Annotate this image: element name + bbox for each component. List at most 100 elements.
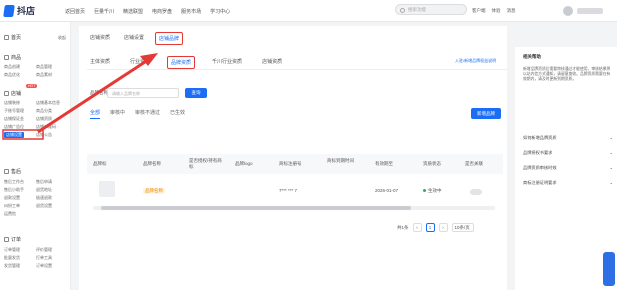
scrollbar-thumb[interactable] <box>101 206 411 210</box>
help-item[interactable]: 如何新增品牌资质 ⌄ <box>523 135 613 141</box>
help-text: 新增品牌资质后需要审核通过才能使用，审核结果将以站内信方式通知，请留意查收。品牌… <box>523 67 611 81</box>
sidebar-item[interactable]: 子账号管理 <box>4 108 24 114</box>
sidebar-item[interactable]: 店铺二维码 <box>36 124 56 130</box>
sidebar-group-home[interactable]: 首页 <box>4 34 21 41</box>
help-item[interactable]: 商标注册证明要求 ⌄ <box>523 180 613 186</box>
sidebar-item[interactable]: 退货设置 <box>36 203 52 209</box>
message-link[interactable]: 消息 <box>507 8 516 14</box>
help-title: 相关帮助 <box>523 54 541 59</box>
help-item-label: 商标注册证明要求 <box>523 180 557 185</box>
sidebar-item[interactable]: 售后工作台 <box>4 179 24 185</box>
sidebar-group-goods[interactable]: 商品 <box>4 54 21 61</box>
sidebar-item[interactable]: 批量发货 <box>4 255 20 261</box>
search-icon <box>400 7 405 13</box>
sidebar-item[interactable]: 极速退款 <box>36 195 52 201</box>
sidebar-group-label: 商品 <box>11 55 22 61</box>
prev-page-button[interactable]: ‹ <box>412 223 422 232</box>
top-nav-item[interactable]: 返回首页 <box>65 8 85 15</box>
sidebar-group-label: 店铺 <box>11 91 22 97</box>
col-brand-logo: 品牌logo <box>235 161 253 166</box>
add-brand-button[interactable]: 新增品牌 <box>471 108 501 119</box>
account-name-blurred[interactable] <box>577 8 603 14</box>
top-search-input[interactable]: 搜索功能 <box>395 4 467 15</box>
sidebar-item[interactable]: 退款设置 <box>4 195 20 201</box>
sidebar-item[interactable]: 订单管理 <box>4 247 20 253</box>
client-link[interactable]: 客户端 <box>472 8 486 14</box>
tab-rejected[interactable]: 审核不通过 <box>135 109 160 119</box>
tab-store-qualification[interactable]: 店铺资质 <box>259 56 285 69</box>
sidebar-group-shop[interactable]: 店铺 <box>4 90 21 97</box>
sidebar-item[interactable]: 店铺资质 <box>36 116 52 122</box>
sidebar-item[interactable]: 店铺公告 <box>36 132 52 138</box>
brand-rights-link[interactable]: 入驻/新增品牌权益说明 <box>455 58 496 64</box>
avatar[interactable] <box>563 6 573 16</box>
pagination: 共1条 ‹ 1 › 10条/页 <box>397 223 478 232</box>
tab-brand-qualification[interactable]: 品牌资质 <box>167 56 196 69</box>
sidebar-item[interactable]: 纠纷工单 <box>4 203 20 209</box>
tab-all[interactable]: 全部 <box>90 109 101 119</box>
tab-reviewing[interactable]: 审核中 <box>110 109 125 119</box>
sidebar-item[interactable]: 店铺广告位 <box>4 124 24 130</box>
sidebar-group-label: 首页 <box>11 35 22 41</box>
sidebar-item[interactable]: 售后小助手 <box>4 187 24 193</box>
tab-shop-brand[interactable]: 店铺品牌 <box>155 32 184 45</box>
sidebar-item[interactable]: 评价管理 <box>36 247 52 253</box>
top-nav-item[interactable]: 电商罗盘 <box>152 8 172 15</box>
help-item[interactable]: 品牌授权书要求 ⌄ <box>523 150 613 156</box>
sidebar-item[interactable]: 运费险 <box>4 211 16 217</box>
col-linked: 是否关联 <box>465 161 483 166</box>
shop-icon <box>4 91 9 97</box>
page-number[interactable]: 1 <box>425 223 435 232</box>
tab-qianchuan-qualification[interactable]: 千川行业资质 <box>209 56 245 69</box>
chevron-down-icon: ⌄ <box>609 135 613 140</box>
page-size-select[interactable]: 10条/页 <box>451 223 474 232</box>
horizontal-scrollbar[interactable] <box>93 206 495 210</box>
help-item-label: 品牌资质审核时效 <box>523 165 557 170</box>
sidebar-item[interactable]: 店铺保证金 <box>4 116 24 122</box>
status-tabs: 全部 审核中 审核不通过 已生效 <box>90 109 195 119</box>
valid-until-cell: 2026-01-07 <box>375 188 399 193</box>
total-count: 共1条 <box>397 224 409 230</box>
search-button[interactable]: 查询 <box>185 88 207 98</box>
sidebar-item[interactable]: 退货地址 <box>36 187 52 193</box>
top-nav-item[interactable]: 精选联盟 <box>123 8 143 15</box>
link-toggle[interactable] <box>470 189 482 195</box>
sidebar-item[interactable]: 商品素材 <box>36 72 52 78</box>
sidebar-item[interactable]: 售后申请 <box>36 179 52 185</box>
sidebar-item[interactable]: 商品创建 <box>4 64 20 70</box>
sidebar-item[interactable]: 商品分类 <box>36 108 52 114</box>
sidebar-group-aftersale[interactable]: 售后 <box>4 168 21 175</box>
assistant-float-icon[interactable] <box>603 252 615 286</box>
col-status: 资质状态 <box>423 161 441 166</box>
next-page-button[interactable]: › <box>438 223 448 232</box>
tab-shop-qualification[interactable]: 店铺资质 <box>87 32 113 45</box>
sidebar-item[interactable]: 商品管理 <box>36 64 52 70</box>
experience-link[interactable]: 体验 <box>492 8 501 14</box>
help-item[interactable]: 品牌资质审核时效 ⌄ <box>523 165 613 171</box>
chevron-down-icon: ⌄ <box>609 150 613 155</box>
app-logo[interactable]: 抖店 <box>3 4 35 17</box>
sidebar-item[interactable]: 店铺装修 <box>4 100 20 106</box>
tab-shop-settings[interactable]: 店铺设置 <box>121 32 147 45</box>
col-brand-mark: 品牌标 <box>93 161 107 166</box>
top-nav: 返回首页 巨量千川 精选联盟 电商罗盘 服务市场 学习中心 <box>65 8 239 15</box>
sidebar-item[interactable]: 订单设置 <box>36 263 52 269</box>
sidebar-item[interactable]: 发货管理 <box>4 263 20 269</box>
sidebar-item[interactable]: 店铺基本信息 <box>36 100 60 106</box>
sidebar-item[interactable]: 打单工具 <box>36 255 52 261</box>
top-nav-item[interactable]: 巨量千川 <box>94 8 114 15</box>
collapse-sidebar-button[interactable]: 收起 <box>58 35 66 41</box>
sidebar-item[interactable]: 商品优化 <box>4 72 20 78</box>
logo-icon <box>3 4 15 17</box>
sidebar-group-order[interactable]: 订单 <box>4 236 21 243</box>
table-row[interactable]: 品牌名称 7*** *** 7 2026-01-07 生效中 <box>87 178 503 204</box>
tab-effective[interactable]: 已生效 <box>170 109 185 119</box>
brand-name-cell[interactable]: 品牌名称 <box>143 188 165 194</box>
tab-subject-qualification[interactable]: 主体资质 <box>87 56 113 69</box>
tab-industry-qualification[interactable]: 行业资质 <box>127 56 153 69</box>
sidebar-item-active[interactable]: 店铺设置 <box>4 132 24 138</box>
brand-name-input[interactable]: 请输入品牌名称 <box>107 88 179 98</box>
top-nav-item[interactable]: 服务市场 <box>181 8 201 15</box>
sidebar: 首页 收起 商品 商品创建 商品管理 商品优化 商品素材 HOT 店铺 店铺装修… <box>0 22 71 290</box>
top-nav-item[interactable]: 学习中心 <box>210 8 230 15</box>
